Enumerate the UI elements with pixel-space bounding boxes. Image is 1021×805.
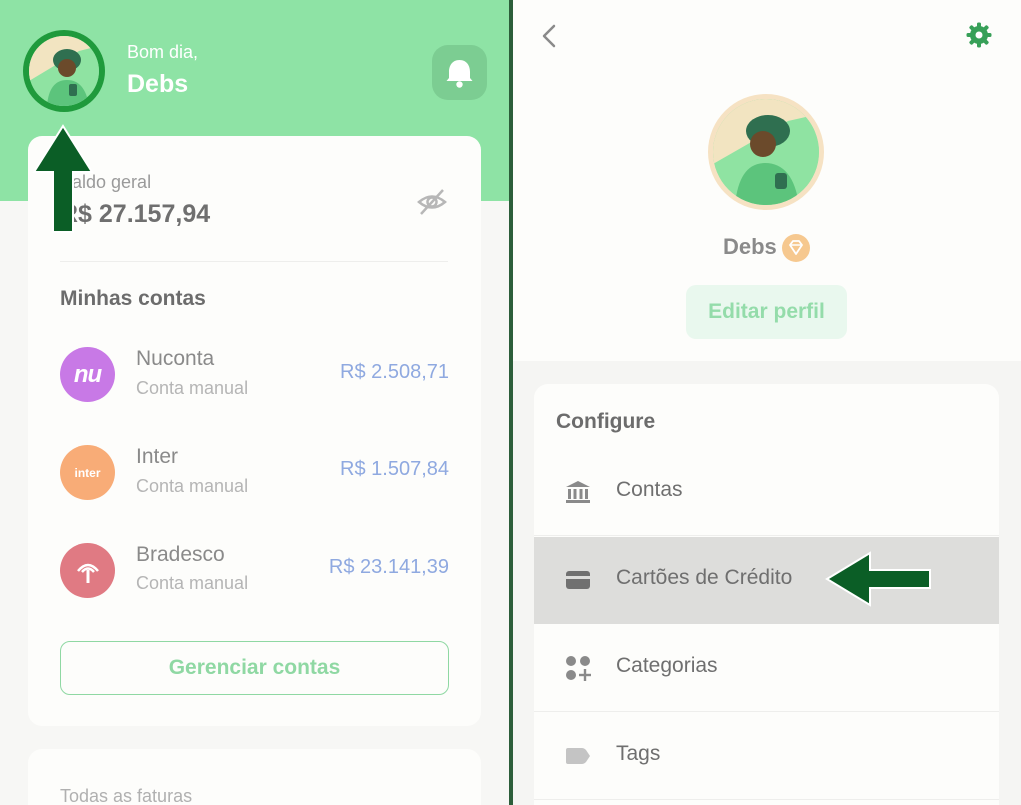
- account-name[interactable]: Nuconta: [136, 347, 214, 371]
- menu-label: Tags: [616, 742, 661, 765]
- arrow-up-annotation-icon: [32, 124, 94, 233]
- categories-icon: [566, 656, 591, 681]
- menu-label: Cartões de Crédito: [616, 566, 793, 589]
- menu-item-contas[interactable]: Contas: [534, 449, 999, 536]
- gear-icon[interactable]: [965, 21, 993, 49]
- account-balance: R$ 1.507,84: [340, 458, 449, 480]
- nubank-logo-icon: nu: [60, 347, 115, 402]
- diamond-badge-icon: [782, 234, 810, 262]
- account-type: Conta manual: [136, 573, 249, 593]
- credit-card-icon: [566, 571, 590, 589]
- eye-off-icon[interactable]: [416, 186, 448, 218]
- profile-avatar[interactable]: [708, 94, 824, 210]
- user-name: Debs: [127, 70, 189, 98]
- account-type: Conta manual: [136, 378, 249, 398]
- edit-profile-button[interactable]: Editar perfil: [686, 285, 847, 339]
- inter-logo-icon: inter: [60, 445, 115, 500]
- profile-screen: Debs Editar perfil Configure Contas Cart…: [513, 0, 1021, 805]
- tag-icon: [566, 748, 590, 764]
- home-screen: Bom dia, Debs Saldo geral R$ 27.157,94 M…: [0, 0, 509, 805]
- configure-title: Configure: [556, 410, 656, 433]
- user-avatar[interactable]: [23, 30, 105, 112]
- account-name[interactable]: Bradesco: [136, 543, 225, 567]
- profile-name: Debs: [723, 234, 777, 259]
- notifications-button[interactable]: [432, 45, 487, 100]
- menu-item-categorias[interactable]: Categorias: [534, 625, 999, 712]
- account-name[interactable]: Inter: [136, 445, 178, 469]
- bank-icon: [566, 481, 590, 503]
- accounts-title: Minhas contas: [60, 287, 206, 310]
- account-balance: R$ 23.141,39: [328, 556, 449, 578]
- manage-accounts-button[interactable]: Gerenciar contas: [60, 641, 449, 695]
- menu-label: Categorias: [616, 654, 718, 677]
- menu-label: Contas: [616, 478, 683, 501]
- greeting-text: Bom dia,: [127, 42, 199, 62]
- account-type: Conta manual: [136, 476, 249, 496]
- bradesco-logo-icon: [60, 543, 115, 598]
- account-balance: R$ 2.508,71: [340, 361, 449, 383]
- app-screenshot: Bom dia, Debs Saldo geral R$ 27.157,94 M…: [0, 0, 1021, 805]
- divider: [60, 261, 448, 262]
- back-chevron-icon[interactable]: [537, 22, 561, 50]
- bell-icon: [446, 60, 473, 88]
- menu-item-tags[interactable]: Tags: [534, 713, 999, 800]
- invoices-label: Todas as faturas: [60, 786, 193, 805]
- arrow-left-annotation-icon: [825, 551, 931, 607]
